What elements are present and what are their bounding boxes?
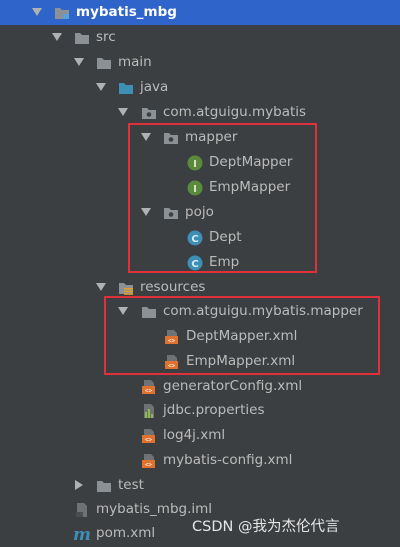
collapse-arrow-icon[interactable] [75,480,83,490]
tree-row-java[interactable]: java [0,75,400,100]
expand-arrow-icon[interactable] [96,283,106,291]
folder-icon [97,58,111,69]
watermark-text: CSDN @我为杰伦代言 [192,519,340,535]
expand-arrow-icon[interactable] [52,33,62,41]
file-label: jdbc.properties [163,402,265,418]
highlight-box-resource-mappers [104,296,380,375]
module-folder-icon [55,8,69,19]
expand-arrow-icon[interactable] [32,8,42,16]
folder-label: test [118,477,144,493]
expand-arrow-icon[interactable] [118,108,128,116]
properties-file-icon [144,404,154,418]
source-folder-icon [119,83,133,94]
tree-row-log4j[interactable]: <> log4j.xml [0,423,400,448]
package-label: com.atguigu.mybatis [163,104,307,120]
xml-file-icon: <> [142,429,155,444]
folder-icon [97,481,111,492]
resources-folder-icon [119,283,133,295]
expand-arrow-icon[interactable] [96,83,106,91]
package-icon [142,108,156,119]
folder-icon [75,33,89,44]
maven-icon-letter: m [74,526,90,542]
file-label: pom.xml [96,525,156,541]
tree-row-src[interactable]: src [0,25,400,50]
tree-row-jdbc-properties[interactable]: jdbc.properties [0,398,400,423]
tree-row-base-package[interactable]: com.atguigu.mybatis [0,100,400,125]
folder-label: main [118,54,152,70]
file-label: mybatis-config.xml [163,452,293,468]
file-label: log4j.xml [163,427,226,443]
highlight-box-java-packages [128,123,317,273]
module-file-icon [76,503,87,517]
folder-label: resources [140,279,206,295]
folder-label: java [140,79,169,95]
tree-row-main[interactable]: main [0,50,400,75]
tree-row-generator-config[interactable]: <> generatorConfig.xml [0,374,400,399]
xml-file-icon: <> [142,380,155,395]
tree-row-project[interactable]: mybatis_mbg [0,0,400,25]
tree-row-test[interactable]: test [0,473,400,498]
maven-icon: m [74,526,90,542]
folder-label: src [96,29,116,45]
file-label: generatorConfig.xml [163,378,303,394]
expand-arrow-icon[interactable] [74,58,84,66]
xml-icon-glyph: <> [145,388,153,395]
project-name: mybatis_mbg [76,4,177,20]
xml-file-icon: <> [142,454,155,469]
tree-row-mybatis-config[interactable]: <> mybatis-config.xml [0,448,400,473]
xml-icon-glyph: <> [145,462,153,469]
xml-icon-glyph: <> [145,437,153,444]
